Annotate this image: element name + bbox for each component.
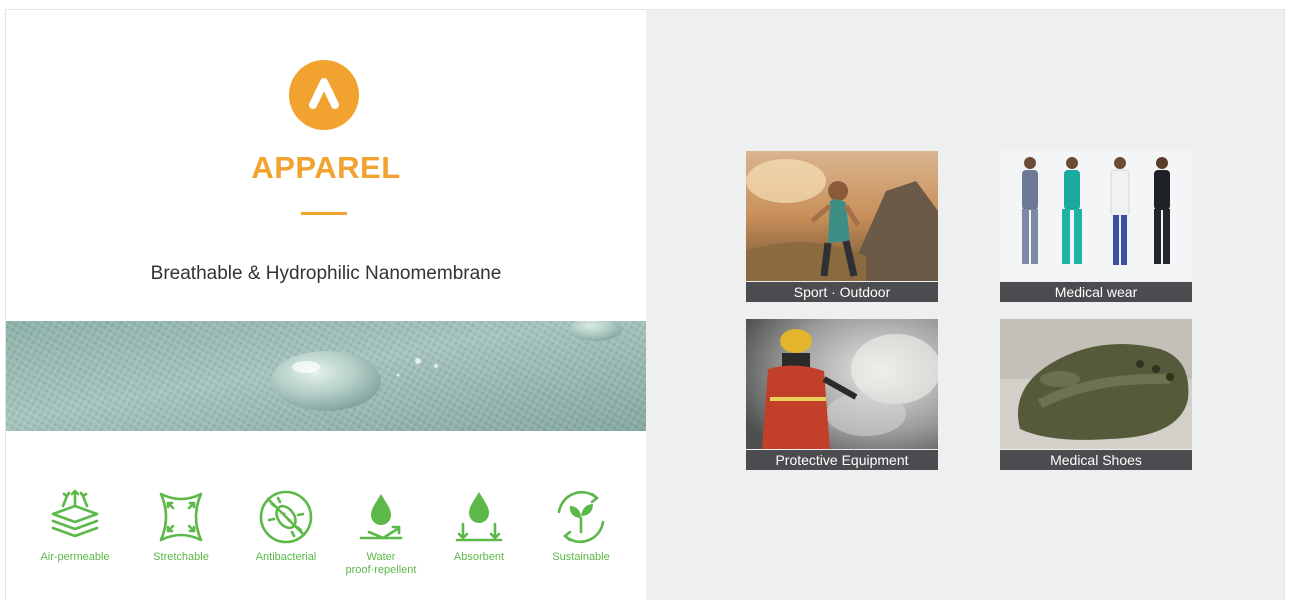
- feature-air-permeable: Air-permeable: [25, 488, 125, 564]
- water-drop-fabric-image: [6, 321, 646, 431]
- feature-label-sustainable: Sustainable: [552, 551, 610, 563]
- feature-label-antibacterial: Antibacterial: [255, 551, 317, 563]
- application-card-protective-equipment[interactable]: Protective Equipment: [746, 319, 938, 470]
- feature-antibacterial: Antibacterial: [236, 488, 336, 564]
- feature-icons-row: Air-permeable Stretchable Antibacterial …: [6, 488, 646, 600]
- medical-wear-photo: [1000, 151, 1192, 281]
- feature-water-repellent: Water proof·repellent: [331, 488, 431, 577]
- application-caption: Medical wear: [1000, 282, 1192, 302]
- absorbent-icon: [455, 492, 503, 542]
- feature-sustainable: Sustainable: [531, 488, 631, 564]
- water-repellent-icon: [359, 494, 403, 540]
- application-card-medical-shoes[interactable]: Medical Shoes: [1000, 319, 1192, 470]
- application-card-medical-wear[interactable]: Medical wear: [1000, 151, 1192, 302]
- feature-label-absorbent: Absorbent: [453, 551, 505, 563]
- apparel-info-panel: APPAREL Breathable & Hydrophilic Nanomem…: [6, 10, 646, 600]
- air-permeable-icon: [51, 489, 99, 538]
- category-title: APPAREL: [251, 150, 401, 185]
- application-caption: Sport · Outdoor: [746, 282, 938, 302]
- sport-outdoor-photo: [746, 151, 938, 281]
- protective-equipment-photo: [746, 319, 938, 449]
- medical-shoes-photo: [1000, 319, 1192, 449]
- application-card-sport-outdoor[interactable]: Sport · Outdoor: [746, 151, 938, 302]
- feature-label-stretchable: Stretchable: [153, 551, 209, 563]
- feature-label-water-repellent: Water proof·repellent: [345, 551, 417, 576]
- category-subtitle: Breathable & Hydrophilic Nanomembrane: [150, 263, 502, 284]
- apparel-logo-icon: [289, 60, 359, 130]
- sustainable-icon: [557, 490, 605, 544]
- feature-stretchable: Stretchable: [131, 488, 231, 564]
- application-caption: Protective Equipment: [746, 450, 938, 470]
- applications-panel: Sport · Outdoor Medical wear Protective …: [646, 10, 1284, 600]
- title-divider: [301, 212, 347, 215]
- feature-label-air-permeable: Air-permeable: [40, 551, 110, 563]
- stretchable-icon: [159, 492, 203, 542]
- feature-absorbent: Absorbent: [429, 488, 529, 564]
- antibacterial-icon: [259, 490, 313, 544]
- application-caption: Medical Shoes: [1000, 450, 1192, 470]
